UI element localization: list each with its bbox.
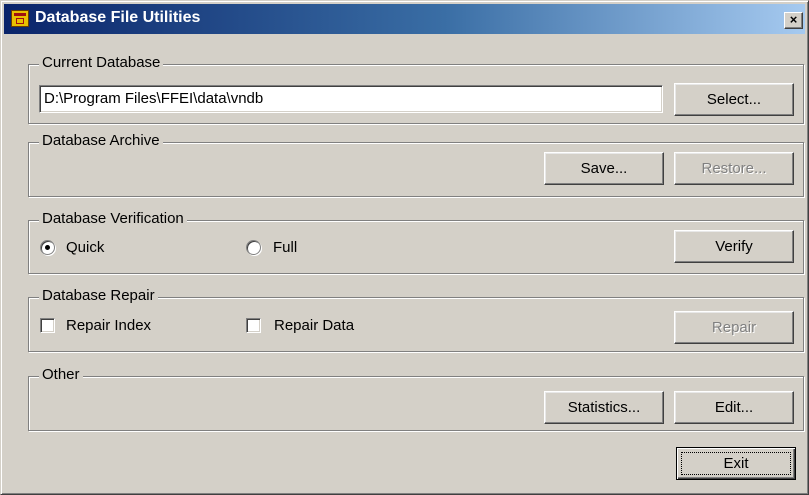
quick-label: Quick	[66, 239, 105, 256]
exit-button[interactable]: Exit	[676, 447, 796, 480]
repair-index-checkbox[interactable]	[40, 318, 55, 333]
full-radio[interactable]	[246, 240, 261, 255]
edit-button[interactable]: Edit...	[674, 391, 794, 424]
database-verification-legend: Database Verification	[39, 210, 187, 227]
restore-button[interactable]: Restore...	[674, 152, 794, 185]
repair-data-label: Repair Data	[274, 317, 355, 334]
database-verification-group: Database Verification Quick Full Verify	[28, 210, 804, 274]
current-database-group: Current Database D:\Program Files\FFEI\d…	[28, 54, 804, 124]
repair-data-checkbox[interactable]	[246, 318, 261, 333]
current-database-legend: Current Database	[39, 54, 164, 71]
select-button[interactable]: Select...	[674, 83, 794, 116]
other-group: Other Statistics... Edit...	[28, 366, 804, 431]
save-button[interactable]: Save...	[544, 152, 664, 185]
window-title: Database File Utilities	[35, 9, 201, 26]
database-repair-legend: Database Repair	[39, 287, 158, 304]
database-repair-group: Database Repair Repair Index Repair Data…	[28, 287, 804, 352]
database-archive-group: Database Archive Save... Restore...	[28, 132, 804, 197]
other-legend: Other	[39, 366, 83, 383]
close-button[interactable]: ×	[784, 12, 803, 29]
repair-button[interactable]: Repair	[674, 311, 794, 344]
full-label: Full	[273, 239, 298, 256]
radio-selected-dot	[45, 245, 50, 250]
quick-radio[interactable]	[40, 240, 55, 255]
repair-index-label: Repair Index	[66, 317, 152, 334]
database-app-icon	[11, 10, 29, 27]
dialog-window: Database File Utilities × Current Databa…	[0, 0, 809, 495]
title-bar[interactable]: Database File Utilities ×	[4, 4, 805, 34]
verify-button[interactable]: Verify	[674, 230, 794, 263]
focus-rectangle	[681, 452, 791, 475]
statistics-button[interactable]: Statistics...	[544, 391, 664, 424]
database-path-field[interactable]: D:\Program Files\FFEI\data\vndb	[39, 85, 663, 113]
database-archive-legend: Database Archive	[39, 132, 163, 149]
